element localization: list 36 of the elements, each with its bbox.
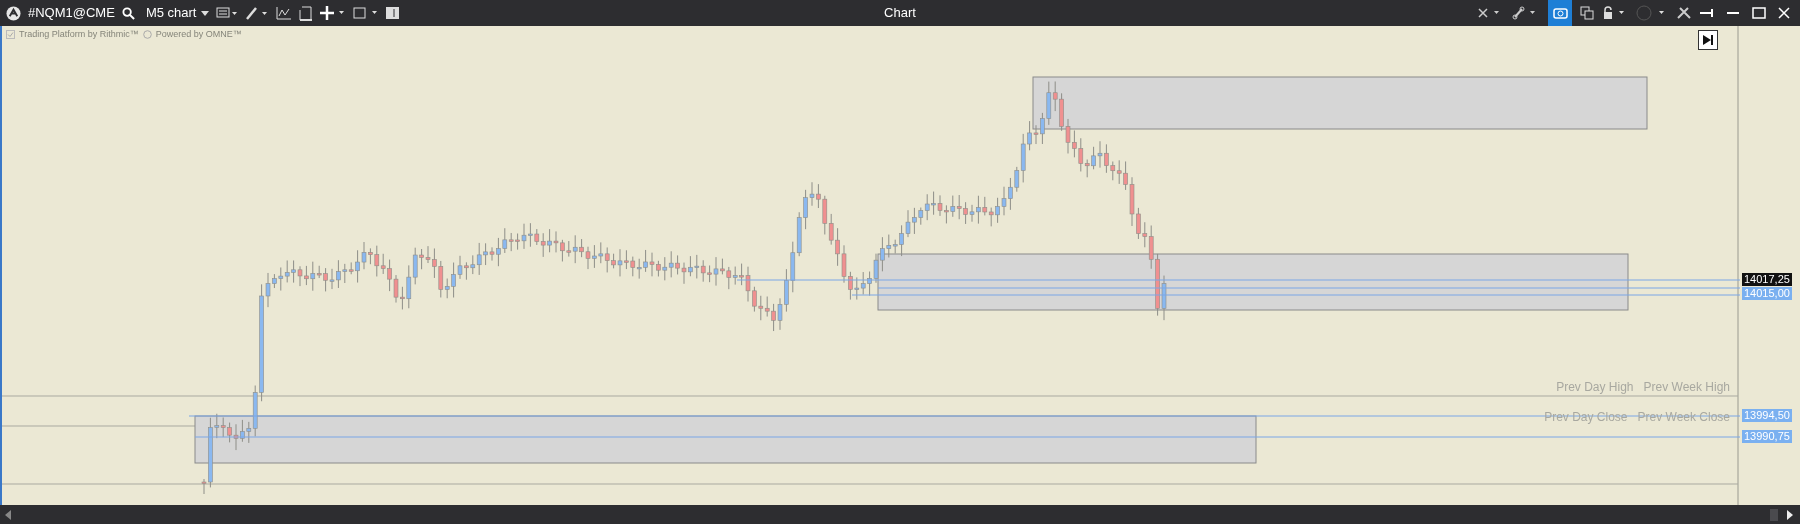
level-label: Prev Day High: [1556, 379, 1634, 396]
branding-text: Trading Platform by Rithmic™: [19, 28, 139, 41]
level-label: Prev Day Close: [1544, 409, 1628, 426]
pencil-icon[interactable]: [245, 6, 270, 20]
scroll-right-icon[interactable]: [1786, 509, 1794, 520]
maximize-icon[interactable]: [1750, 7, 1768, 19]
pin-icon[interactable]: [1700, 8, 1716, 18]
indicator-icon[interactable]: [276, 6, 293, 20]
scroll-to-end-button[interactable]: [1698, 30, 1718, 50]
price-label: 14015,00: [1742, 287, 1792, 300]
checkbox-icon[interactable]: [6, 30, 15, 40]
level-label: Prev Week Close: [1637, 409, 1730, 426]
window-icon[interactable]: [353, 6, 380, 20]
ring-icon: [142, 30, 152, 40]
search-icon[interactable]: [121, 6, 135, 20]
crosshair-icon[interactable]: [320, 6, 347, 20]
logo-icon[interactable]: [6, 5, 21, 21]
price-label: 13994,50: [1742, 409, 1792, 422]
symbol-label[interactable]: #NQM1@CME: [28, 3, 115, 23]
screenshot-button[interactable]: [1548, 0, 1572, 26]
camera-icon: [1552, 7, 1568, 19]
close-icon[interactable]: [1776, 7, 1792, 19]
price-label: 13990,75: [1742, 430, 1792, 443]
scrollbar-thumb[interactable]: [1770, 508, 1778, 521]
copy-icon[interactable]: [1580, 6, 1594, 20]
scroll-left-icon[interactable]: [4, 509, 12, 520]
window-title: Chart: [884, 4, 916, 23]
panel-icon[interactable]: [386, 7, 400, 19]
display-icon[interactable]: [216, 7, 239, 19]
caret-icon: [201, 10, 210, 16]
branding-text: Powered by OMNE™: [155, 28, 242, 41]
price-label: 14017,25: [1742, 273, 1792, 286]
skip-to-end-icon: [1702, 34, 1714, 46]
level-label: Prev Week High: [1643, 379, 1730, 396]
template-icon[interactable]: [299, 5, 314, 21]
timeframe-dropdown[interactable]: M5 chart: [145, 3, 210, 23]
